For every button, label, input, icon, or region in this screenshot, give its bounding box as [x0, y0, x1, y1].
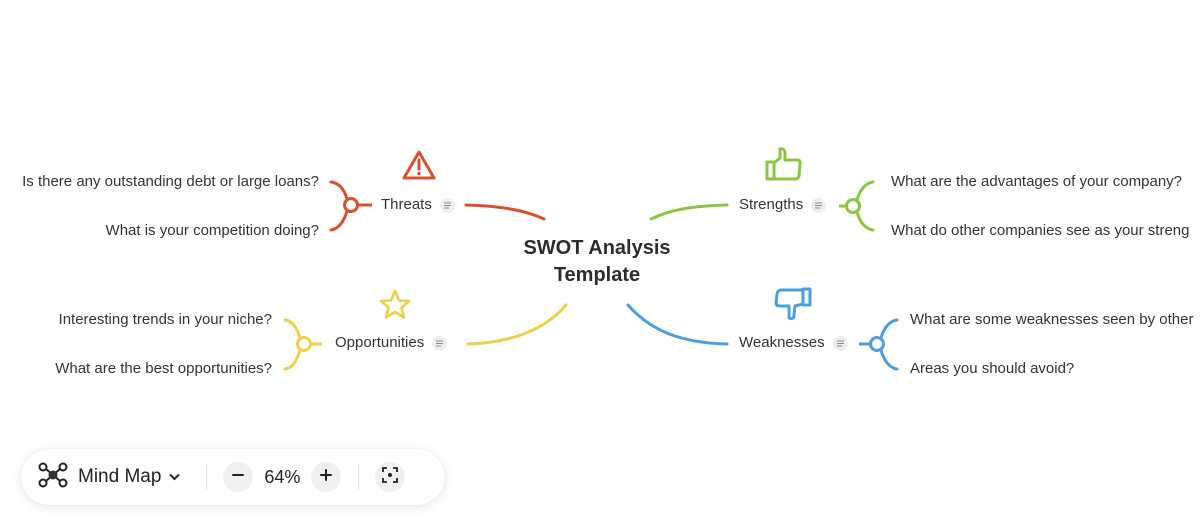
connector-central-strengths	[649, 203, 729, 221]
focus-center-icon	[381, 466, 399, 489]
view-toolbar: Mind Map 64%	[21, 449, 445, 505]
weaknesses-child-2[interactable]: Areas you should avoid?	[910, 360, 1074, 378]
thumbs-down-icon	[773, 285, 813, 330]
branch-threats-label: Threats	[381, 196, 432, 213]
weaknesses-junction	[869, 336, 885, 352]
connector-central-weaknesses	[626, 303, 729, 346]
branch-opportunities[interactable]: Opportunities	[335, 334, 448, 352]
central-topic[interactable]: SWOT Analysis Template	[497, 235, 697, 289]
note-icon[interactable]	[432, 335, 448, 351]
threats-child-1[interactable]: Is there any outstanding debt or large l…	[22, 173, 319, 191]
connector-central-opportunities	[466, 303, 568, 346]
zoom-in-button[interactable]	[311, 462, 342, 492]
branch-weaknesses[interactable]: Weaknesses	[739, 334, 848, 352]
branch-threats[interactable]: Threats	[381, 196, 455, 214]
branch-opportunities-label: Opportunities	[335, 334, 425, 351]
branch-strengths-label: Strengths	[739, 196, 804, 213]
warning-triangle-icon	[401, 149, 437, 186]
branch-strengths[interactable]: Strengths	[739, 196, 827, 214]
zoom-out-button[interactable]	[223, 462, 254, 492]
connector-threats-child-2	[329, 209, 349, 232]
connector-weaknesses-child-1	[879, 318, 899, 340]
note-icon[interactable]	[811, 197, 827, 213]
connector-opportunities-child-2	[283, 348, 302, 371]
opportunities-junction	[296, 336, 312, 352]
zoom-level: 64%	[264, 466, 301, 487]
connector-opportunities-child-1	[283, 318, 302, 340]
chevron-down-icon	[169, 468, 180, 486]
connector-weaknesses-child-2	[879, 348, 899, 371]
plus-icon	[319, 468, 333, 487]
mind-map-icon	[38, 462, 68, 493]
view-mode-dropdown[interactable]: Mind Map	[38, 462, 180, 493]
connector-strengths-child-1	[855, 180, 875, 202]
strengths-child-2[interactable]: What do other companies see as your stre…	[891, 222, 1190, 240]
thumbs-up-icon	[764, 146, 804, 189]
weaknesses-child-1[interactable]: What are some weaknesses seen by other	[910, 311, 1193, 329]
connector-strengths-child-2	[855, 210, 875, 232]
note-icon[interactable]	[832, 335, 848, 351]
threats-junction	[343, 197, 359, 213]
strengths-junction	[845, 198, 861, 214]
central-topic-line-2: Template	[553, 264, 641, 286]
opportunities-child-1[interactable]: Interesting trends in your niche?	[59, 311, 272, 329]
star-icon	[378, 288, 412, 326]
minus-icon	[231, 468, 245, 487]
opportunities-child-2[interactable]: What are the best opportunities?	[55, 360, 272, 378]
note-icon[interactable]	[439, 197, 455, 213]
strengths-child-1[interactable]: What are the advantages of your company?	[891, 173, 1182, 191]
toolbar-divider	[206, 464, 208, 490]
threats-child-2[interactable]: What is your competition doing?	[106, 222, 319, 240]
connector-central-threats	[464, 203, 546, 221]
fit-to-screen-button[interactable]	[375, 462, 406, 492]
connector-threats-child-1	[329, 180, 349, 201]
toolbar-divider	[358, 464, 360, 490]
central-topic-line-1: SWOT Analysis	[523, 237, 671, 259]
branch-weaknesses-label: Weaknesses	[739, 334, 825, 351]
view-mode-label: Mind Map	[78, 466, 162, 487]
